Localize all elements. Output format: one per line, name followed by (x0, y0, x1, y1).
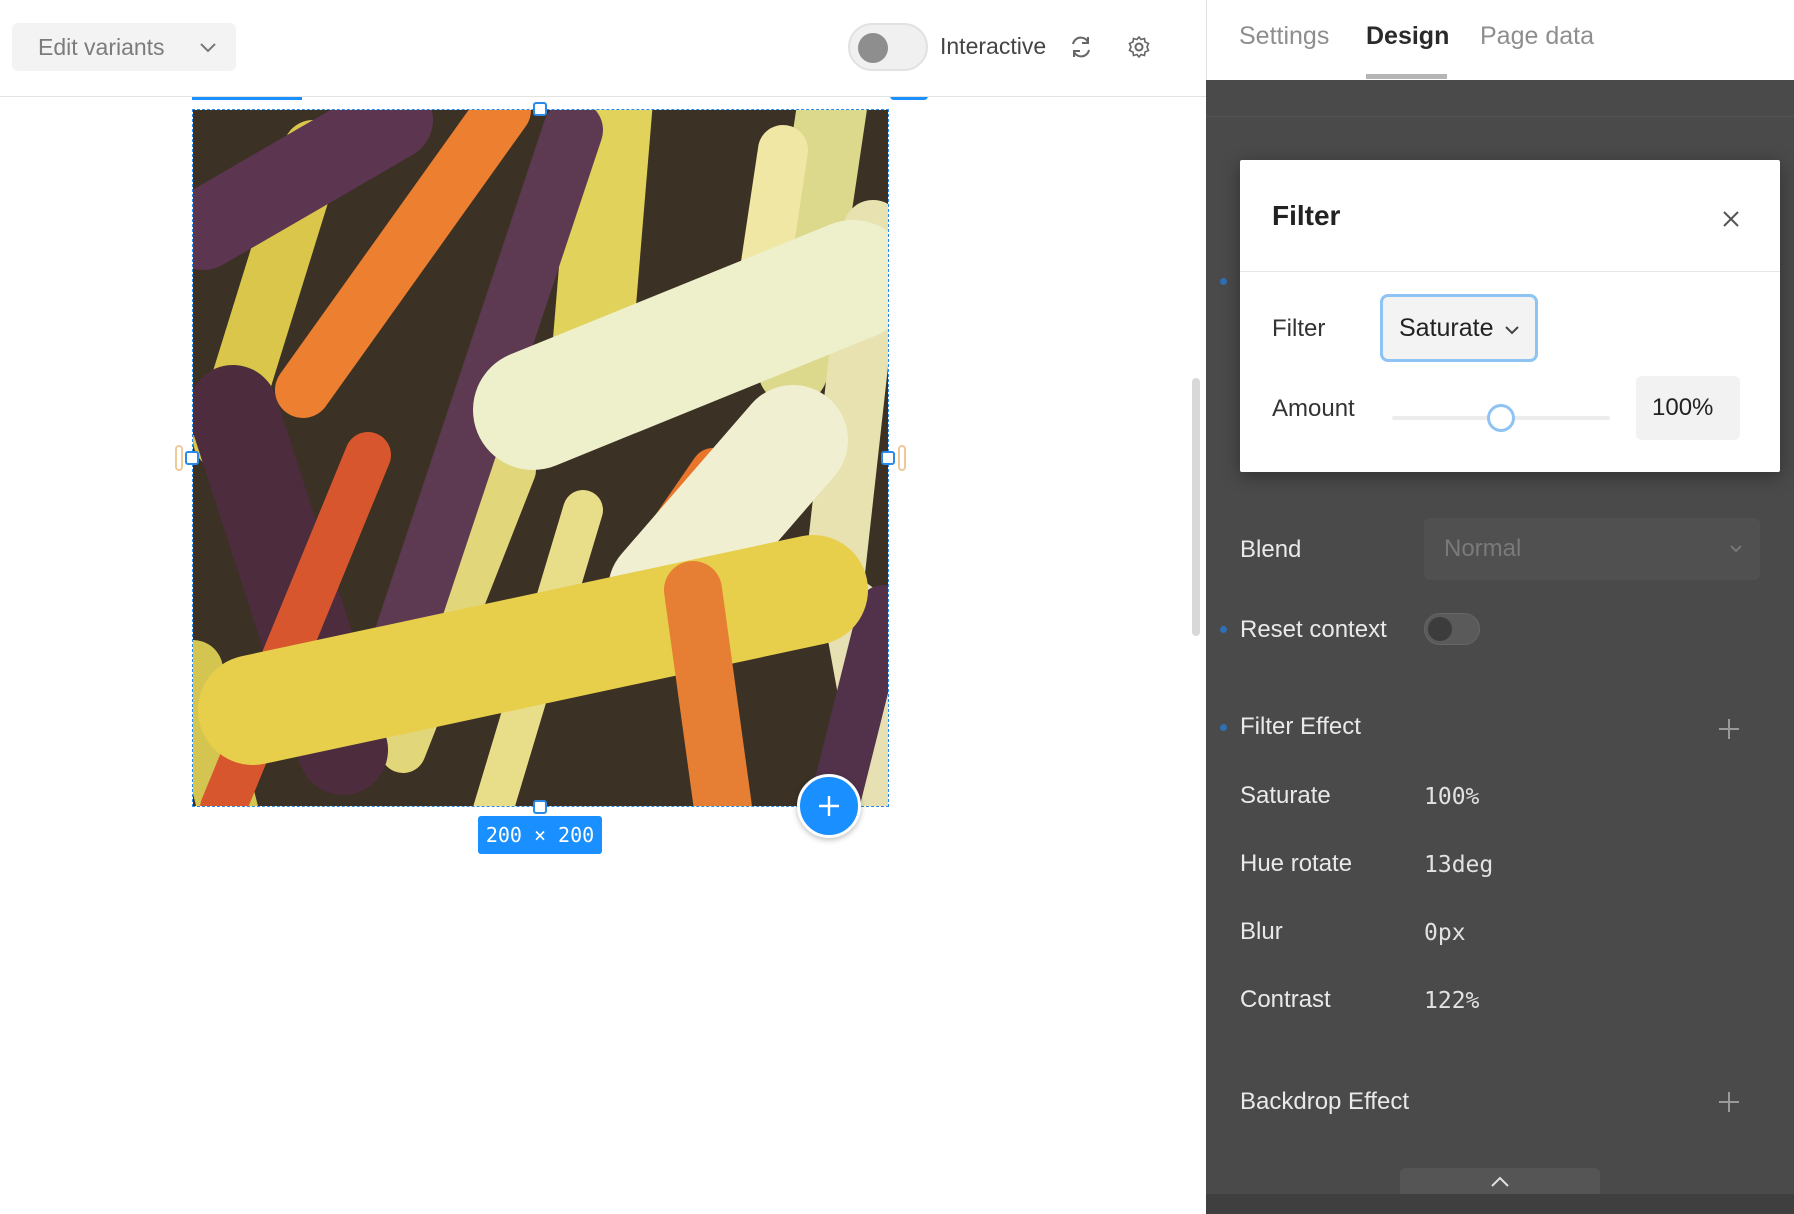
amount-value: 100% (1652, 394, 1714, 421)
size-badge: 200 × 200 (478, 816, 602, 854)
filter-popover: Filter Filter Saturate Amount 100% (1240, 160, 1780, 472)
divider (1206, 116, 1794, 117)
amount-input[interactable]: 100% (1636, 376, 1740, 440)
toggle-knob (858, 33, 888, 63)
blend-label: Blend (1240, 536, 1302, 563)
refresh-icon[interactable] (1064, 30, 1098, 64)
blend-select[interactable]: Normal (1424, 518, 1760, 580)
modified-dot (1220, 724, 1227, 731)
resize-handle-top[interactable] (533, 102, 547, 116)
filter-item-label[interactable]: Blur (1240, 918, 1283, 946)
resize-handle-right[interactable] (881, 451, 895, 465)
chevron-down-icon (1730, 545, 1742, 553)
panel-footer (1206, 1194, 1794, 1214)
edit-variants-button[interactable]: Edit variants (12, 23, 236, 71)
filter-type-label: Filter (1272, 315, 1326, 342)
canvas-toolbar: Edit variants Interactive (0, 0, 1206, 97)
tab-settings[interactable]: Settings (1239, 22, 1329, 51)
interactive-toggle[interactable] (848, 23, 928, 71)
chevron-up-icon (1491, 1176, 1509, 1187)
interactive-label: Interactive (940, 33, 1047, 59)
popover-title: Filter (1272, 200, 1341, 231)
carrots-image (193, 110, 888, 806)
filter-item-value[interactable]: 13deg (1424, 852, 1493, 878)
filter-item-label[interactable]: Hue rotate (1240, 850, 1352, 878)
amount-label: Amount (1272, 395, 1355, 422)
canvas-area: Edit variants Interactive 200 × 200 (0, 0, 1206, 1214)
filter-type-select[interactable]: Saturate (1380, 294, 1538, 362)
tab-design[interactable]: Design (1366, 22, 1449, 51)
plus-icon (819, 796, 839, 816)
filter-type-value: Saturate (1399, 313, 1494, 342)
chevron-down-icon (1505, 326, 1519, 335)
resize-handle-left[interactable] (185, 451, 199, 465)
tab-page-data[interactable]: Page data (1480, 22, 1594, 51)
active-tab-indicator (1366, 74, 1447, 79)
panel-tabs: Settings Design Page data (1206, 0, 1794, 80)
add-backdrop-effect-icon[interactable] (1716, 1089, 1742, 1115)
slider-thumb[interactable] (1487, 404, 1515, 432)
resize-handle-bottom[interactable] (533, 800, 547, 814)
side-resize-handle-left[interactable] (175, 445, 183, 471)
add-element-button[interactable] (797, 774, 861, 838)
edit-variants-label: Edit variants (38, 33, 165, 60)
side-resize-handle-right[interactable] (898, 445, 906, 471)
filter-item-value[interactable]: 122% (1424, 988, 1479, 1014)
amount-slider[interactable] (1392, 404, 1610, 432)
modified-dot (1220, 626, 1227, 633)
filter-item-value[interactable]: 100% (1424, 784, 1479, 810)
close-icon[interactable] (1716, 204, 1746, 234)
reset-context-label: Reset context (1240, 616, 1387, 643)
toggle-knob (1428, 617, 1452, 641)
reset-context-toggle[interactable] (1424, 613, 1480, 645)
backdrop-effect-label: Backdrop Effect (1240, 1088, 1409, 1115)
filter-item-label[interactable]: Contrast (1240, 986, 1331, 1014)
chevron-down-icon (200, 43, 216, 53)
gear-icon[interactable] (1122, 30, 1156, 64)
blend-value: Normal (1444, 535, 1522, 562)
selected-image[interactable] (192, 109, 889, 807)
popover-header: Filter (1240, 160, 1780, 272)
canvas-scrollbar[interactable] (1192, 378, 1200, 636)
add-filter-effect-icon[interactable] (1716, 716, 1742, 742)
modified-dot (1220, 278, 1227, 285)
filter-effect-label: Filter Effect (1240, 713, 1361, 740)
filter-item-label[interactable]: Saturate (1240, 782, 1331, 810)
collapse-panel-button[interactable] (1400, 1168, 1600, 1196)
filter-item-value[interactable]: 0px (1424, 920, 1466, 946)
